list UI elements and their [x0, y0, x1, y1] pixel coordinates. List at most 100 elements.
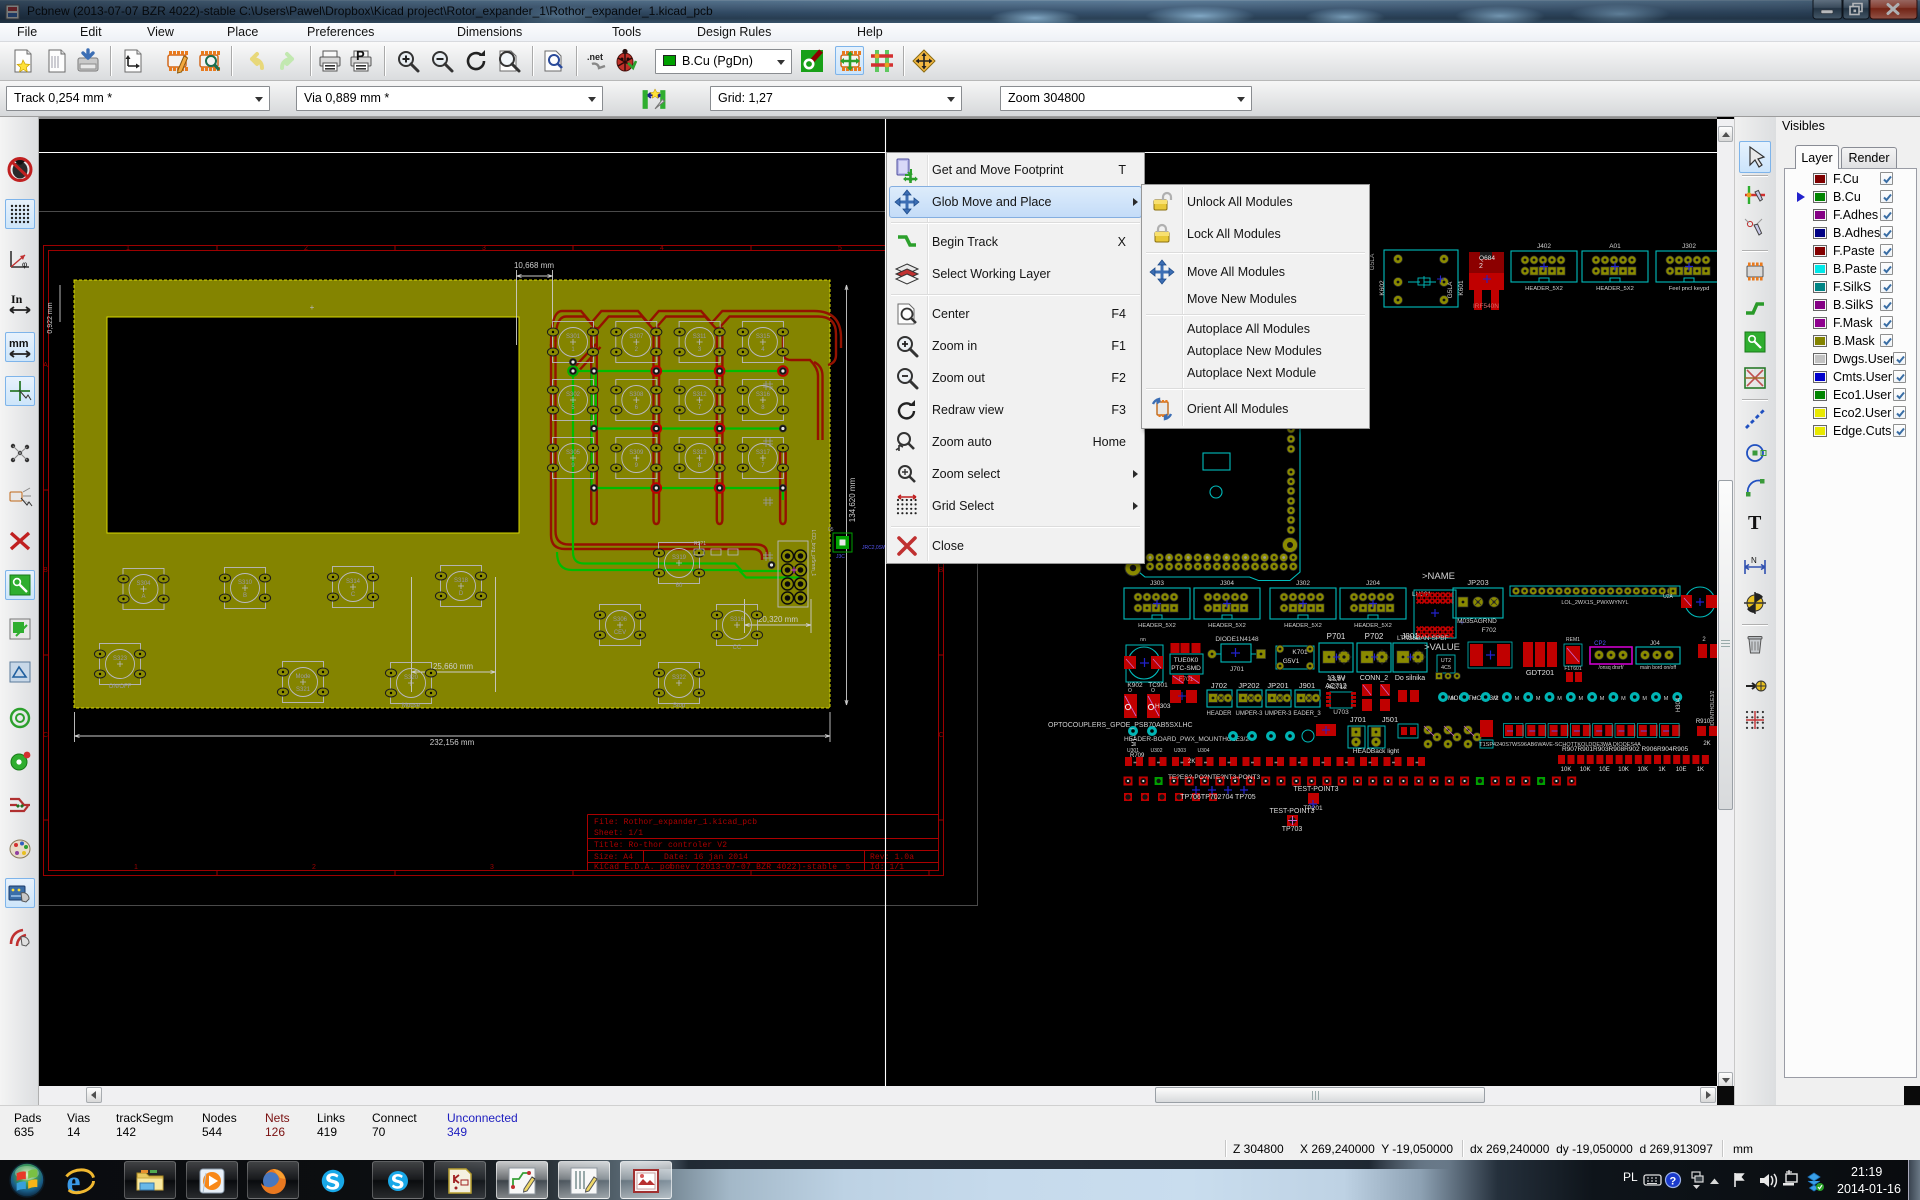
svg-text:S316: S316 — [756, 392, 771, 398]
svg-text:K602: K602 — [1379, 280, 1386, 296]
svg-text:60: 60 — [676, 583, 683, 589]
svg-text:φ: φ — [22, 260, 27, 269]
svg-text:UT2: UT2 — [1441, 658, 1451, 664]
svg-text:M: M — [1451, 696, 1456, 702]
svg-text:05: 05 — [828, 527, 834, 533]
svg-text:TUE0K0: TUE0K0 — [1174, 657, 1199, 664]
svg-text:S311: S311 — [693, 334, 707, 340]
svg-text:M: M — [1579, 696, 1584, 702]
svg-text:File: Rothor_expander_1.kicad_: File: Rothor_expander_1.kicad_pcb — [594, 818, 757, 827]
svg-text:+: + — [310, 303, 315, 312]
svg-text:GDT201: GDT201 — [1526, 668, 1554, 677]
svg-text:U703: U703 — [1333, 709, 1349, 716]
svg-text:CEV: CEV — [614, 630, 626, 636]
svg-text:2: 2 — [304, 245, 308, 252]
svg-text:S307: S307 — [629, 334, 644, 340]
svg-text:A01: A01 — [1609, 243, 1621, 250]
svg-text:M: M — [1642, 696, 1647, 702]
svg-text:CONN_2: CONN_2 — [1360, 675, 1389, 682]
svg-text:HEADER_5X2: HEADER_5X2 — [1138, 623, 1176, 629]
svg-text:J04: J04 — [1650, 641, 1660, 647]
svg-text:S317: S317 — [756, 450, 771, 456]
svg-text:CC: CC — [733, 645, 742, 651]
svg-text:F702: F702 — [1482, 627, 1497, 634]
svg-text:O: O — [1128, 688, 1132, 694]
svg-text:C: C — [351, 592, 356, 598]
svg-text:R907R901R903R908R902 R906R904: R907R901R903R908R902 R906R904R905 — [1562, 746, 1689, 753]
svg-text:MOUNTHOLE3/2: MOUNTHOLE3/2 — [1710, 690, 1716, 729]
svg-text:HEADER: HEADER — [1206, 711, 1232, 717]
svg-text:LCD_brzg_pr5mm_1: LCD_brzg_pr5mm_1 — [810, 530, 816, 577]
svg-text:P: P — [356, 48, 365, 63]
svg-text:3: 3 — [490, 864, 494, 871]
svg-text:S306: S306 — [613, 617, 628, 623]
svg-text:Date: 16 jan 2014: Date: 16 jan 2014 — [664, 853, 748, 862]
svg-text:K701: K701 — [1292, 649, 1308, 656]
svg-text:M: M — [1472, 696, 1477, 702]
svg-text:J901: J901 — [1299, 681, 1315, 690]
svg-text:Stop: Stop — [673, 703, 686, 709]
svg-text:Sheet: 1/1: Sheet: 1/1 — [594, 829, 643, 838]
svg-text:UMPER-3: UMPER-3 — [1264, 711, 1292, 717]
svg-text:H303: H303 — [1155, 703, 1171, 710]
svg-text:P702: P702 — [1365, 632, 1384, 641]
svg-text:3: 3 — [482, 245, 486, 252]
svg-text:M: M — [1515, 696, 1520, 702]
svg-text:U303: U303 — [1174, 748, 1186, 754]
svg-text:U302: U302 — [1151, 748, 1163, 754]
svg-text:25,660 mm: 25,660 mm — [433, 662, 473, 671]
svg-text:10K: 10K — [1580, 767, 1591, 773]
svg-text:S309: S309 — [629, 450, 644, 456]
svg-text:M: M — [1493, 696, 1498, 702]
svg-text:Mode: Mode — [295, 674, 311, 680]
svg-text:5: 5 — [846, 864, 850, 871]
svg-text:HEADBack light: HEADBack light — [1353, 748, 1399, 755]
svg-text:J402: J402 — [1537, 243, 1551, 250]
svg-text:IRF540N: IRF540N — [1473, 303, 1499, 310]
svg-text:In: In — [11, 292, 23, 306]
svg-text:M: M — [1557, 696, 1562, 702]
svg-text:S319: S319 — [672, 555, 687, 561]
svg-text:UMPER-3: UMPER-3 — [1235, 711, 1263, 717]
svg-text:B: B — [43, 567, 48, 574]
svg-text:U301: U301 — [1127, 748, 1139, 754]
svg-text:REM1: REM1 — [1566, 637, 1580, 643]
svg-text:LTN28BAN-SPBF: LTN28BAN-SPBF — [1397, 635, 1449, 642]
svg-text:HEADER_5X2: HEADER_5X2 — [1284, 623, 1322, 629]
svg-text:10K: 10K — [1561, 767, 1572, 773]
svg-text:S323: S323 — [113, 656, 128, 662]
svg-text:20,320 mm: 20,320 mm — [758, 615, 798, 624]
svg-text:J204: J204 — [1366, 580, 1380, 587]
svg-text:Feel pncl keypd: Feel pncl keypd — [1669, 286, 1710, 292]
svg-text:J304: J304 — [1220, 580, 1234, 587]
svg-text:4: 4 — [660, 245, 664, 252]
svg-text:G5LA: G5LA — [1447, 281, 1454, 298]
svg-text:O: O — [1151, 688, 1155, 694]
svg-text:J701: J701 — [1230, 666, 1244, 673]
svg-text:R910: R910 — [1696, 719, 1711, 725]
svg-text:JP201: JP201 — [1267, 681, 1288, 690]
svg-text:4C5: 4C5 — [1441, 665, 1451, 671]
svg-text:KiCad E.D.A. pcbnev (2013-07-: KiCad E.D.A. pcbnev (2013-07-07 BZR 4022… — [594, 863, 837, 872]
svg-text:2K: 2K — [1188, 759, 1195, 765]
svg-text:M: M — [1536, 696, 1541, 702]
svg-text:TE?ES?-PO?NTE?NT3-PONT3: TE?ES?-PO?NTE?NT3-PONT3 — [1168, 774, 1260, 781]
svg-text:/onsq drsrf/: /onsq drsrf/ — [1598, 665, 1624, 671]
svg-text:Rev: 1.0a: Rev: 1.0a — [870, 853, 914, 862]
svg-text:TEST-POINT3: TEST-POINT3 — [1269, 808, 1314, 815]
svg-text:H304: H304 — [1676, 697, 1682, 712]
svg-text:134,620 mm: 134,620 mm — [848, 477, 857, 522]
svg-text:main bord on/off: main bord on/off — [1640, 665, 1677, 671]
svg-text:LOL_2WX1S_PWXWYNYL: LOL_2WX1S_PWXWYNYL — [1561, 600, 1628, 606]
svg-text:S304: S304 — [136, 581, 151, 587]
svg-text:EADER_3: EADER_3 — [1293, 711, 1321, 717]
svg-text:S316: S316 — [730, 617, 745, 623]
svg-text:J3C: J3C — [836, 554, 845, 560]
svg-text:Do silnika: Do silnika — [1395, 675, 1425, 682]
svg-text:R3?1: R3?1 — [694, 541, 706, 547]
svg-text:2: 2 — [1702, 637, 1706, 643]
svg-text:1: 1 — [134, 864, 138, 871]
svg-text:CP2: CP2 — [1594, 641, 1606, 647]
svg-text:T: T — [1748, 512, 1762, 534]
svg-text:PTC-SMD: PTC-SMD — [1171, 665, 1201, 672]
